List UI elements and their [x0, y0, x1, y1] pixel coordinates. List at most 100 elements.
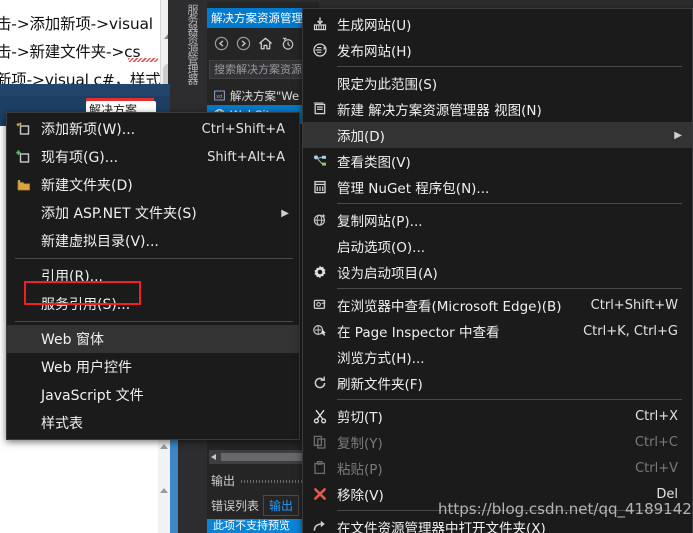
menu-item-新建-解决方案资源管理器-视图-n-[interactable]: 新建 解决方案资源管理器 视图(N) [303, 96, 692, 122]
menu-item-启动选项-o-[interactable]: 启动选项(O)... [303, 233, 692, 259]
menu-item-label: 在浏览器中查看(Microsoft Edge)(B) [337, 299, 562, 315]
solution-tree-row-label: 解决方案"We [230, 88, 300, 103]
menu-item-label: Web 窗体 [41, 332, 104, 348]
menu-item-label: 现有项(G)... [41, 150, 119, 166]
menu-item-javascript-文件[interactable]: JavaScript 文件 [7, 381, 299, 409]
menu-item-发布网站-h-[interactable]: 发布网站(H) [303, 37, 692, 63]
menu-item-web-用户控件[interactable]: Web 用户控件 [7, 353, 299, 381]
menu-item-移除-v-[interactable]: 移除(V) Del [303, 481, 692, 507]
menu-item-shortcut: Ctrl+K, Ctrl+G [583, 323, 678, 339]
forward-icon[interactable] [236, 36, 251, 51]
tab-output[interactable]: 输出 [263, 494, 300, 516]
menu-item-查看类图-v-[interactable]: 查看类图(V) [303, 148, 692, 174]
new-folder-icon [7, 177, 41, 193]
menu-item-生成网站-u-[interactable]: 生成网站(U) [303, 11, 692, 37]
menu-item-shortcut: Shift+Alt+A [207, 149, 285, 165]
menu-separator [15, 321, 293, 322]
background-document: 击->添加新项->visual 击->新建文件夹->cs 新项->visual … [0, 0, 168, 96]
menu-item-label: 限定为此范围(S) [337, 77, 438, 93]
menu-item-在-page-inspector-中查看[interactable]: 在 Page Inspector 中查看 Ctrl+K, Ctrl+G [303, 318, 692, 344]
hscrollbar-thumb[interactable] [221, 453, 307, 461]
menu-item-浏览方式-h-[interactable]: 浏览方式(H)... [303, 344, 692, 370]
menu-item-服务引用-s-[interactable]: 服务引用(S)... [7, 290, 299, 318]
menu-item-复制网站-p-[interactable]: 复制网站(P)... [303, 207, 692, 233]
menu-item-剪切-t-[interactable]: 剪切(T) Ctrl+X [303, 403, 692, 429]
menu-item-label: 设为启动项目(A) [337, 266, 438, 282]
menu-item-复制-y-: 复制(Y) Ctrl+C [303, 429, 692, 455]
menu-item-label: 添加(D) [337, 129, 385, 145]
solution-explorer-hscrollbar[interactable] [209, 450, 317, 464]
menu-item-label: 复制网站(P)... [337, 214, 423, 230]
server-explorer-tab[interactable]: 服务器资源管理器 [186, 2, 206, 112]
menu-item-刷新文件夹-f-[interactable]: 刷新文件夹(F) [303, 370, 692, 396]
menu-item-现有项-g-[interactable]: 现有项(G)... Shift+Alt+A [7, 143, 299, 171]
paste-icon [303, 460, 337, 476]
solution-explorer-search-input[interactable]: 搜索解决方案资源 [209, 60, 317, 79]
menu-item-添加新项-w-[interactable]: 添加新项(W)... Ctrl+Shift+A [7, 115, 299, 143]
publish-icon [303, 42, 337, 58]
add-submenu: 添加新项(W)... Ctrl+Shift+A 现有项(G)... Shift+Alt… [6, 112, 300, 440]
cut-icon [303, 408, 337, 424]
menu-item-label: 复制(Y) [337, 436, 383, 452]
menu-separator [337, 510, 682, 511]
menu-item-label: 新建文件夹(D) [41, 178, 133, 194]
menu-item-添加-d-[interactable]: 添加(D) ▶ [303, 122, 692, 148]
open-folder-icon [303, 519, 337, 533]
scroll-left-arrow-icon[interactable] [211, 454, 216, 460]
spellcheck-squiggle [128, 58, 158, 62]
menu-item-label: 发布网站(H) [337, 44, 412, 60]
menu-item-label: 剪切(T) [337, 410, 383, 426]
class-diagram-icon [303, 153, 337, 169]
menu-item-样式表[interactable]: 样式表 [7, 409, 299, 437]
menu-item-新建虚拟目录-v-[interactable]: 新建虚拟目录(V)... [7, 227, 299, 255]
svg-text:xd: xd [216, 94, 222, 100]
menu-item-限定为此范围-s-[interactable]: 限定为此范围(S) [303, 70, 692, 96]
menu-item-shortcut: Del [656, 486, 678, 502]
menu-item-管理-nuget-程序包-n-[interactable]: 管理 NuGet 程序包(N)... [303, 174, 692, 200]
gear-icon [303, 264, 337, 280]
menu-item-在浏览器中查看-microsoft-edge-b-[interactable]: 在浏览器中查看(Microsoft Edge)(B) Ctrl+Shift+W [303, 292, 692, 318]
menu-item-shortcut: Ctrl+Shift+A [201, 121, 285, 137]
menu-item-label: 新建 解决方案资源管理器 视图(N) [337, 103, 542, 119]
nuget-icon [303, 179, 337, 195]
scroll-tick-icon-1 [160, 444, 168, 449]
menu-item-添加-asp-net-文件夹-s-[interactable]: 添加 ASP.NET 文件夹(S) ▶ [7, 199, 299, 227]
chevron-right-icon: ▶ [281, 207, 289, 219]
history-icon[interactable] [280, 36, 295, 51]
browser-icon [303, 297, 337, 313]
menu-separator [15, 258, 293, 259]
menu-item-shortcut: Ctrl+V [635, 460, 678, 476]
menu-item-设为启动项目-a-[interactable]: 设为启动项目(A) [303, 259, 692, 285]
menu-item-label: 添加新项(W)... [41, 122, 136, 138]
home-icon[interactable] [258, 36, 273, 51]
solution-file-icon: xd [213, 89, 226, 102]
menu-item-新建文件夹-d-[interactable]: 新建文件夹(D) [7, 171, 299, 199]
menu-item-label: 粘贴(P) [337, 462, 383, 478]
scroll-tick-icon-2 [160, 488, 168, 493]
menu-item-粘贴-p-: 粘贴(P) Ctrl+V [303, 455, 692, 481]
copy-website-icon [303, 212, 337, 228]
new-item-icon [7, 121, 41, 137]
project-context-menu: 生成网站(U) 发布网站(H) 限定为此范围(S) 新建 解决方案资源管理器 视图(N… [302, 8, 693, 533]
menu-item-label: 移除(V) [337, 488, 384, 504]
refresh-icon [303, 375, 337, 391]
menu-item-label: 管理 NuGet 程序包(N)... [337, 181, 490, 197]
menu-item-label: 引用(R)... [41, 269, 104, 285]
menu-item-label: 刷新文件夹(F) [337, 377, 423, 393]
existing-item-icon [7, 149, 41, 165]
document-line-2: 击->新建文件夹->cs [0, 43, 141, 61]
menu-item-web-窗体[interactable]: Web 窗体 [7, 325, 299, 353]
build-icon [303, 16, 337, 32]
back-icon[interactable] [214, 36, 229, 51]
menu-item-在文件资源管理器中打开文件夹-x-[interactable]: 在文件资源管理器中打开文件夹(X) [303, 514, 692, 533]
menu-item-引用-r-[interactable]: 引用(R)... [7, 262, 299, 290]
menu-item-label: 在文件资源管理器中打开文件夹(X) [337, 521, 546, 533]
document-line-1: 击->添加新项->visual [0, 15, 153, 33]
menu-item-label: 生成网站(U) [337, 18, 412, 34]
tab-error-list[interactable]: 错误列表 [211, 497, 259, 514]
menu-separator [337, 203, 682, 204]
menu-item-label: 样式表 [41, 416, 83, 432]
menu-item-label: 在 Page Inspector 中查看 [337, 325, 500, 341]
output-panel-label: 输出 [211, 474, 236, 488]
menu-item-shortcut: Ctrl+Shift+W [590, 297, 678, 313]
